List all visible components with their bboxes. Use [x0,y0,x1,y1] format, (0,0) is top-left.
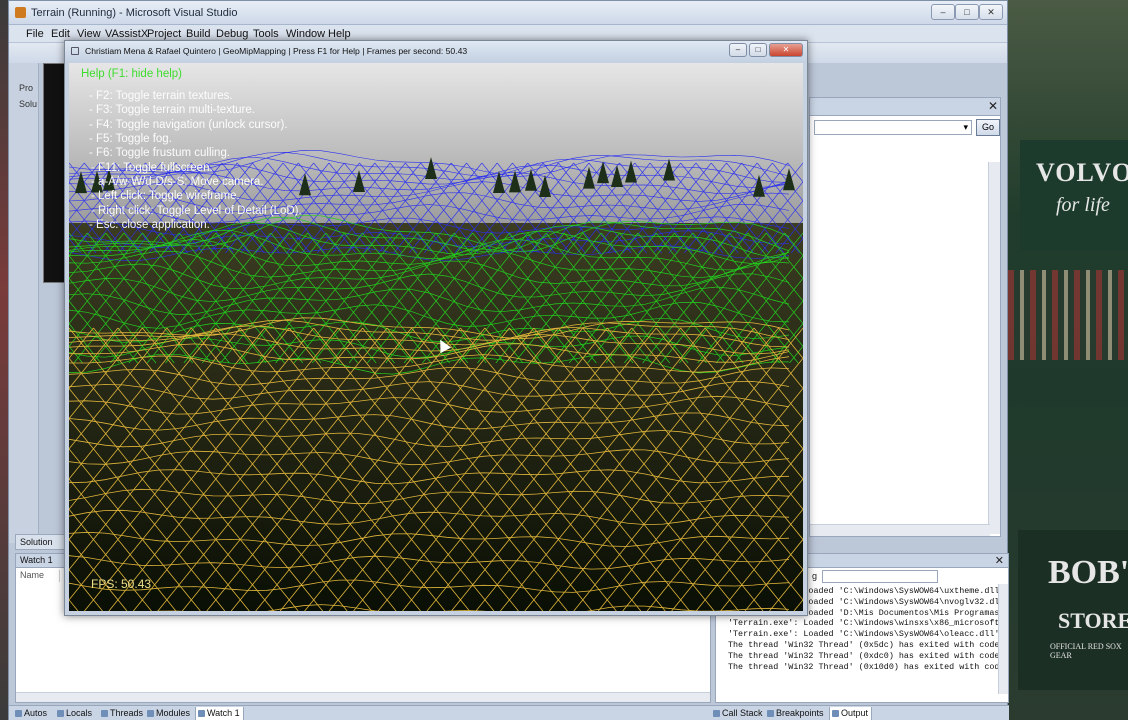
tab-call-stack[interactable]: Call Stack [711,707,766,720]
wallpaper-crowd [1008,270,1128,360]
fps-counter: FPS: 50.43 [91,577,152,591]
vs-app-icon [15,7,26,18]
bobs-sign-small: OFFICIAL RED SOX GEAR [1050,642,1122,660]
terrain-title-bar[interactable]: Christiam Mena & Rafael Quintero | GeoMi… [65,41,807,63]
tab-threads[interactable]: Threads [99,707,146,720]
output-vscroll[interactable] [998,584,1008,694]
output-line: 'Terrain.exe': Loaded 'C:\Windows\winsxs… [728,618,1000,629]
menu-help[interactable]: Help [328,28,351,40]
terrain-close-button[interactable]: ✕ [769,43,803,57]
watch-col-name[interactable]: Name [20,570,60,582]
menu-project[interactable]: Project [147,28,181,40]
solution-explorer-tab[interactable]: Solution [15,534,67,550]
output-line: The thread 'Win32 Thread' (0x10d0) has e… [728,661,1000,672]
close-button[interactable]: ✕ [979,4,1003,20]
output-source-combo[interactable] [822,570,938,583]
output-line: The thread 'Win32 Thread' (0xdc0) has ex… [728,650,1000,661]
volvo-sign-text: VOLVO [1036,158,1128,187]
menu-edit[interactable]: Edit [51,28,70,40]
terrain-3d-viewport[interactable]: Help (F1: hide help) - F2: Toggle terrai… [69,63,803,611]
right-pane-hscroll[interactable] [810,524,990,536]
tab-autos[interactable]: Autos [13,707,50,720]
vs-left-dock: Pro Solu [9,63,39,543]
menu-vassistx[interactable]: VAssistX [105,28,148,40]
close-icon[interactable]: ✕ [995,554,1004,567]
watch-hscroll[interactable] [16,692,710,702]
go-button[interactable]: Go [976,119,1000,136]
tab-watch-1[interactable]: Watch 1 [195,707,244,720]
right-pane-combo[interactable]: ▾ [814,120,972,135]
menu-debug[interactable]: Debug [216,28,248,40]
wallpaper-volvo-sign: VOLVO for life [1020,140,1128,250]
menu-view[interactable]: View [77,28,101,40]
tab-output[interactable]: Output [829,707,873,720]
window-icon [71,47,79,55]
vs-window-title: Terrain (Running) - Microsoft Visual Stu… [31,7,238,19]
close-icon[interactable]: ✕ [988,99,998,113]
ground [69,223,803,611]
menu-build[interactable]: Build [186,28,210,40]
right-pane-header: ✕ [810,98,1000,116]
right-pane-vscroll[interactable] [988,162,1000,534]
menu-file[interactable]: File [26,28,44,40]
bobs-sign-text: BOB'S [1048,554,1128,591]
minimize-button[interactable]: – [931,4,955,20]
vs-right-pane: ✕ ▾ Go [809,97,1001,537]
vs-title-bar[interactable]: Terrain (Running) - Microsoft Visual Stu… [9,1,1007,25]
terrain-window-title: Christiam Mena & Rafael Quintero | GeoMi… [85,46,468,56]
output-line: 'Terrain.exe': Loaded 'C:\Windows\SysWOW… [728,629,1000,640]
maximize-button[interactable]: □ [955,4,979,20]
tab-locals[interactable]: Locals [55,707,95,720]
menu-window[interactable]: Window [286,28,325,40]
volvo-sign-tagline: for life [1056,194,1110,216]
terrain-app-window: Christiam Mena & Rafael Quintero | GeoMi… [64,40,808,616]
bottom-tab-strip: Autos Locals Threads Modules Watch 1 Cal… [9,705,1009,720]
terrain-wireframe-render [69,63,803,611]
terrain-maximize-button[interactable]: □ [749,43,767,57]
left-dock-label-pro[interactable]: Pro [19,83,33,93]
output-line: The thread 'Win32 Thread' (0x5dc) has ex… [728,639,1000,650]
bobs-sign-stores: STORES [1058,608,1128,633]
terrain-minimize-button[interactable]: – [729,43,747,57]
output-show-label: g [812,571,818,581]
left-dock-label-solu[interactable]: Solu [19,99,37,109]
tab-modules[interactable]: Modules [145,707,193,720]
tab-breakpoints[interactable]: Breakpoints [765,707,827,720]
wallpaper-bobs-sign: BOB'S STORES OFFICIAL RED SOX GEAR [1018,530,1128,690]
menu-tools[interactable]: Tools [253,28,279,40]
